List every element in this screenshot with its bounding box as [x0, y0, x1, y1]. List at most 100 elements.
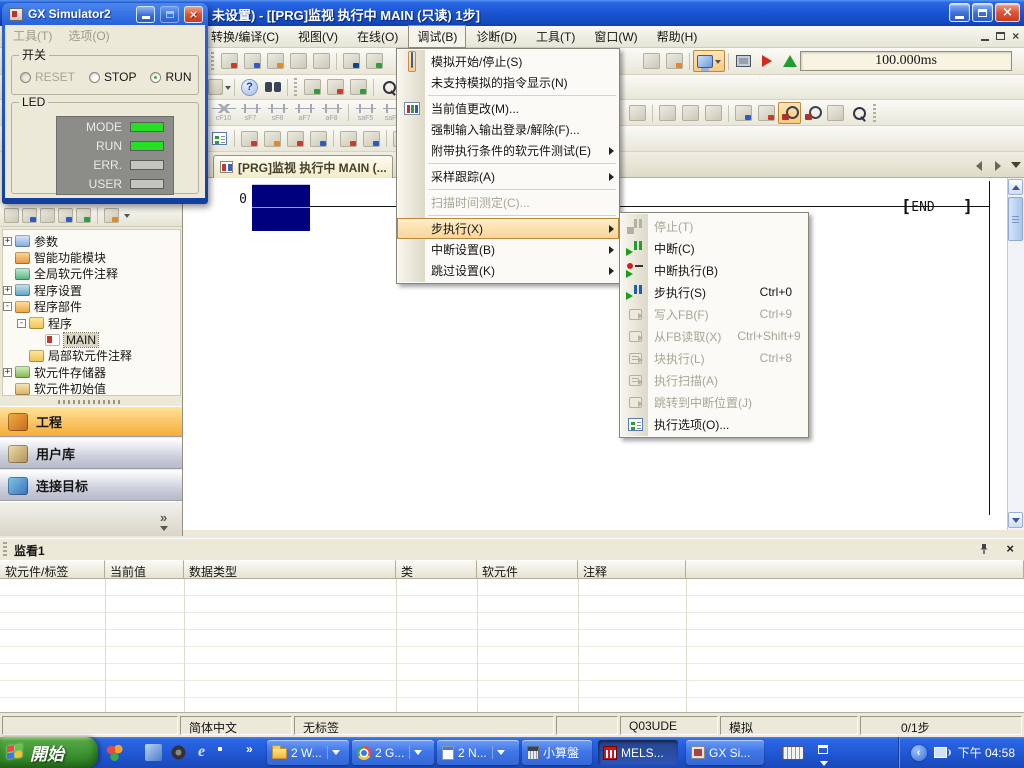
- expander-icon[interactable]: -: [17, 319, 26, 328]
- menu-diagnostics[interactable]: 诊断(D): [467, 25, 526, 48]
- watch-table-body[interactable]: [0, 579, 1024, 713]
- nav-button-project[interactable]: 工程: [0, 406, 182, 437]
- duplicate-icon[interactable]: [22, 208, 37, 223]
- modify-value-button[interactable]: [640, 50, 663, 72]
- column-comment[interactable]: 注释: [578, 560, 686, 579]
- forced-input-button[interactable]: [238, 128, 261, 150]
- taskbar-window-chrome[interactable]: 2 G...: [352, 740, 434, 765]
- tree-item-intelligent-module[interactable]: 智能功能模块: [3, 249, 180, 265]
- menu-item-skip-setting[interactable]: 跳过设置(K): [397, 260, 619, 281]
- simulator-title-bar[interactable]: GX Simulator2 ×: [5, 3, 205, 25]
- expander-icon[interactable]: -: [3, 302, 12, 311]
- menu-convert-compile[interactable]: 转换/编译(C): [202, 25, 288, 48]
- radio-run[interactable]: RUN: [150, 70, 191, 84]
- delete-vline-button[interactable]: cF10: [210, 100, 237, 125]
- copy-button[interactable]: [241, 50, 264, 72]
- tray-collapse-icon[interactable]: ‹: [911, 745, 927, 761]
- expander-icon[interactable]: +: [3, 286, 12, 295]
- ladder-cursor-block[interactable]: [252, 184, 310, 231]
- menu-item-simulation-toggle[interactable]: 模拟开始/停止(S): [397, 51, 619, 72]
- start-button[interactable]: 開始: [0, 737, 98, 768]
- gear-icon[interactable]: [170, 744, 187, 761]
- nav-button-user-library[interactable]: 用户库: [0, 438, 182, 469]
- branch-contact-button[interactable]: saF5: [352, 100, 379, 125]
- paste-item-icon[interactable]: [40, 208, 55, 223]
- new-item-icon[interactable]: [4, 208, 19, 223]
- help-button[interactable]: [238, 76, 261, 98]
- scrollbar-thumb[interactable]: [1008, 197, 1023, 241]
- tab-scroll-left-icon[interactable]: [976, 161, 982, 171]
- monitor-write-button[interactable]: [801, 102, 824, 124]
- tree-view-button[interactable]: [732, 102, 755, 124]
- menu-item-break-setting[interactable]: 中断设置(B): [397, 239, 619, 260]
- expander-icon[interactable]: +: [3, 368, 12, 377]
- device-test-button[interactable]: [732, 50, 755, 72]
- menu-debug[interactable]: 调试(B): [408, 25, 466, 48]
- device-cancel-button[interactable]: [337, 128, 360, 150]
- nav-button-connection[interactable]: 连接目标: [0, 470, 182, 501]
- cancel-register-button[interactable]: [284, 128, 307, 150]
- info-icon[interactable]: [58, 208, 73, 223]
- taskbar-window-notepad[interactable]: 2 N...: [437, 740, 519, 765]
- nav-more-button[interactable]: »: [160, 510, 168, 535]
- forced-output-button[interactable]: [261, 128, 284, 150]
- sort-filter-icon[interactable]: [104, 208, 119, 223]
- menu-help[interactable]: 帮助(H): [648, 25, 707, 48]
- network-status-icon[interactable]: [934, 746, 951, 760]
- taskbar-window-explorer[interactable]: 2 W...: [267, 740, 349, 765]
- tab-scroll-right-icon[interactable]: [995, 161, 1001, 171]
- documents-icon[interactable]: [145, 744, 162, 761]
- exec-option-button[interactable]: [208, 128, 231, 150]
- device-find-button[interactable]: [340, 50, 363, 72]
- cut-button[interactable]: [218, 50, 241, 72]
- simulator-menu-tools[interactable]: 工具(T): [13, 27, 52, 44]
- restore-button[interactable]: [972, 3, 993, 22]
- scroll-up-button[interactable]: [1008, 179, 1023, 195]
- toolbar-grip[interactable]: [873, 104, 876, 122]
- pulse-contact-fall-button[interactable]: aF8: [318, 100, 345, 125]
- scroll-down-button[interactable]: [1008, 512, 1023, 528]
- submenu-item-exec-options[interactable]: 执行选项(O)...: [620, 413, 808, 435]
- tab-prg-main[interactable]: [PRG]监视 执行中 MAIN (...: [213, 155, 393, 178]
- panel-grip[interactable]: [3, 542, 7, 557]
- tree-item-device-memory[interactable]: +软元件存储器: [3, 364, 180, 380]
- ladder-monitor-button-3[interactable]: [347, 76, 370, 98]
- find-contact-button[interactable]: [702, 102, 725, 124]
- ladder-monitor-button-2[interactable]: [324, 76, 347, 98]
- transfer-button[interactable]: [663, 50, 686, 72]
- messenger-icon[interactable]: [106, 744, 123, 761]
- note-button[interactable]: [679, 102, 702, 124]
- tree-item-global-comment[interactable]: 全局软元件注释: [3, 266, 180, 282]
- radio-stop[interactable]: STOP: [89, 70, 136, 84]
- device-monitor-button[interactable]: [363, 50, 386, 72]
- menu-item-forced-io[interactable]: 强制输入输出登录/解除(F)...: [397, 119, 619, 140]
- register-table-button[interactable]: [307, 128, 330, 150]
- run-button[interactable]: [755, 50, 778, 72]
- dropdown-caret-icon[interactable]: [124, 214, 130, 221]
- device-batch-button[interactable]: [824, 102, 847, 124]
- tree-pin-button[interactable]: [755, 102, 778, 124]
- overflow-chevron-icon[interactable]: »: [246, 742, 253, 756]
- statement-button[interactable]: [656, 102, 679, 124]
- gx-simulator-window[interactable]: GX Simulator2 × 工具(T) 选项(O) 开关 RESET STO…: [2, 3, 208, 204]
- taskbar-window-melsoft[interactable]: MELS...: [598, 740, 678, 765]
- menu-item-modify-value[interactable]: 当前值更改(M)...: [397, 98, 619, 119]
- group-dropdown[interactable]: [492, 746, 505, 759]
- keyboard-language-icon[interactable]: [782, 746, 804, 760]
- tree-item-pou[interactable]: -程序部件: [3, 299, 180, 315]
- group-dropdown[interactable]: [409, 746, 422, 759]
- column-data-type[interactable]: 数据类型: [184, 560, 396, 579]
- simulation-toggle-button[interactable]: [693, 50, 725, 72]
- undo-button[interactable]: [287, 50, 310, 72]
- ie-icon[interactable]: e: [193, 744, 210, 761]
- ladder-monitor-button-1[interactable]: [301, 76, 324, 98]
- mdi-minimize-icon[interactable]: [981, 39, 989, 41]
- menu-item-sampling-trace[interactable]: 采样跟踪(A): [397, 166, 619, 187]
- menu-item-step-execution[interactable]: 步执行(X): [397, 218, 619, 239]
- language-caret-icon[interactable]: [820, 761, 828, 768]
- paste-button[interactable]: [264, 50, 287, 72]
- zoom-button[interactable]: [847, 102, 870, 124]
- expander-icon[interactable]: +: [3, 237, 12, 246]
- simulator-minimize-button[interactable]: [136, 6, 155, 23]
- column-current-value[interactable]: 当前值: [105, 560, 184, 579]
